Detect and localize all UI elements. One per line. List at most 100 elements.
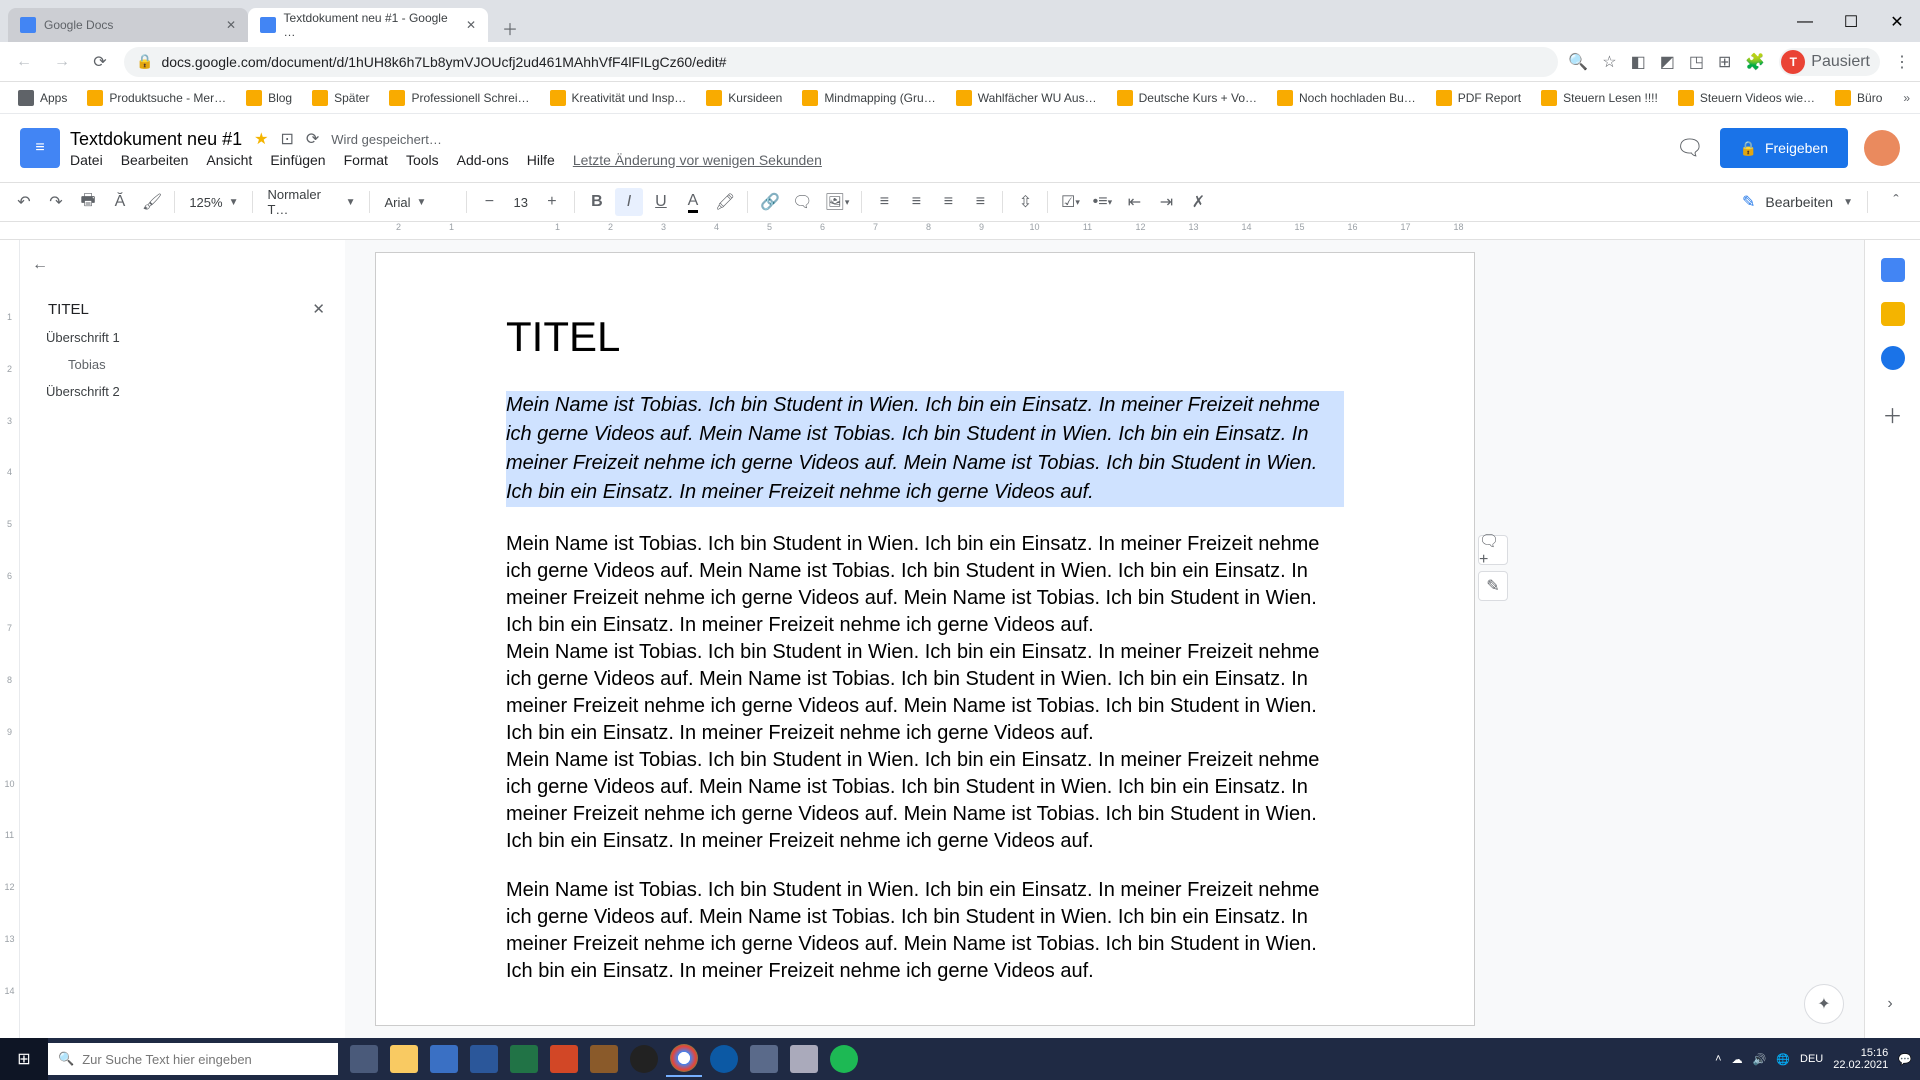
- bookmark-item[interactable]: Noch hochladen Bu…: [1269, 86, 1424, 110]
- insert-link-icon[interactable]: 🔗: [756, 188, 784, 216]
- menu-einfuegen[interactable]: Einfügen: [270, 152, 325, 168]
- file-explorer-icon[interactable]: [386, 1041, 422, 1077]
- tab-current-doc[interactable]: Textdokument neu #1 - Google … ✕: [248, 8, 488, 42]
- outline-item-tobias[interactable]: Tobias: [32, 351, 333, 378]
- extension-icon[interactable]: ⊞: [1718, 52, 1731, 72]
- align-left-icon[interactable]: ≡: [870, 188, 898, 216]
- menu-hilfe[interactable]: Hilfe: [527, 152, 555, 168]
- document-title[interactable]: Textdokument neu #1: [70, 129, 242, 150]
- puzzle-icon[interactable]: 🧩: [1745, 52, 1765, 72]
- redo-icon[interactable]: ↷: [42, 188, 70, 216]
- tray-chevron-icon[interactable]: ˄: [1715, 1053, 1721, 1065]
- bookmark-item[interactable]: Kreativität und Insp…: [542, 86, 695, 110]
- body-paragraph[interactable]: Mein Name ist Tobias. Ich bin Student in…: [506, 531, 1344, 639]
- forward-icon[interactable]: →: [48, 48, 76, 76]
- chevron-down-icon[interactable]: ▼: [1843, 197, 1853, 208]
- outline-item-title[interactable]: TITEL ✕: [32, 294, 333, 324]
- doc-title-heading[interactable]: TITEL: [506, 313, 1344, 361]
- language-indicator[interactable]: DEU: [1800, 1053, 1823, 1065]
- add-comment-icon[interactable]: 🗨+: [1478, 535, 1508, 565]
- clock[interactable]: 15:16 22.02.2021: [1833, 1047, 1888, 1071]
- network-icon[interactable]: 🌐: [1776, 1053, 1790, 1066]
- last-modified-text[interactable]: Letzte Änderung vor wenigen Sekunden: [573, 152, 822, 168]
- clear-formatting-icon[interactable]: ✗: [1184, 188, 1212, 216]
- menu-datei[interactable]: Datei: [70, 152, 103, 168]
- text-color-icon[interactable]: A: [679, 188, 707, 216]
- increase-font-icon[interactable]: +: [538, 188, 566, 216]
- body-paragraph[interactable]: Mein Name ist Tobias. Ich bin Student in…: [506, 747, 1344, 855]
- edge-icon[interactable]: [706, 1041, 742, 1077]
- share-button[interactable]: 🔒 Freigeben: [1720, 128, 1848, 168]
- back-icon[interactable]: ←: [10, 48, 38, 76]
- app-icon[interactable]: [786, 1041, 822, 1077]
- reload-icon[interactable]: ⟳: [86, 48, 114, 76]
- highlight-color-icon[interactable]: 🖍: [711, 188, 739, 216]
- menu-bearbeiten[interactable]: Bearbeiten: [121, 152, 189, 168]
- bookmark-item[interactable]: Steuern Lesen !!!!: [1533, 86, 1666, 110]
- paragraph-style-select[interactable]: Normaler T…▼: [261, 187, 361, 217]
- menu-addons[interactable]: Add-ons: [457, 152, 509, 168]
- undo-icon[interactable]: ↶: [10, 188, 38, 216]
- zoom-select[interactable]: 125%▼: [183, 195, 244, 210]
- volume-icon[interactable]: 🔊: [1753, 1053, 1767, 1066]
- menu-format[interactable]: Format: [344, 152, 388, 168]
- decrease-font-icon[interactable]: −: [475, 188, 503, 216]
- menu-tools[interactable]: Tools: [406, 152, 439, 168]
- vertical-ruler[interactable]: 1234567891011121314: [0, 240, 20, 1038]
- tasks-icon[interactable]: [1881, 346, 1905, 370]
- comments-history-icon[interactable]: 🗨: [1676, 135, 1704, 161]
- bookmark-item[interactable]: Wahlfächer WU Aus…: [948, 86, 1105, 110]
- align-center-icon[interactable]: ≡: [902, 188, 930, 216]
- app-icon[interactable]: [426, 1041, 462, 1077]
- docs-logo-icon[interactable]: ≡: [20, 128, 60, 168]
- font-select[interactable]: Arial▼: [378, 195, 458, 210]
- body-paragraph[interactable]: Mein Name ist Tobias. Ich bin Student in…: [506, 877, 1344, 985]
- obs-icon[interactable]: [626, 1041, 662, 1077]
- italic-icon[interactable]: I: [615, 188, 643, 216]
- selected-paragraph[interactable]: Mein Name ist Tobias. Ich bin Student in…: [506, 391, 1344, 507]
- excel-icon[interactable]: [506, 1041, 542, 1077]
- new-tab-button[interactable]: ＋: [496, 14, 524, 42]
- bookmark-item[interactable]: PDF Report: [1428, 86, 1529, 110]
- maximize-icon[interactable]: ☐: [1828, 2, 1874, 42]
- page-canvas[interactable]: TITEL Mein Name ist Tobias. Ich bin Stud…: [345, 240, 1864, 1038]
- bookmark-item[interactable]: Später: [304, 86, 377, 110]
- bookmark-item[interactable]: Büro: [1827, 86, 1890, 110]
- bookmark-item[interactable]: Produktsuche - Mer…: [79, 86, 234, 110]
- start-button[interactable]: ⊞: [0, 1038, 48, 1080]
- bookmark-item[interactable]: Steuern Videos wie…: [1670, 86, 1823, 110]
- bookmark-item[interactable]: Kursideen: [698, 86, 790, 110]
- align-right-icon[interactable]: ≡: [934, 188, 962, 216]
- move-icon[interactable]: ⊡: [280, 129, 293, 149]
- align-justify-icon[interactable]: ≡: [966, 188, 994, 216]
- bookmark-item[interactable]: Blog: [238, 86, 300, 110]
- profile-button[interactable]: T Pausiert: [1779, 48, 1880, 76]
- powerpoint-icon[interactable]: [546, 1041, 582, 1077]
- close-icon[interactable]: ✕: [312, 300, 325, 318]
- body-paragraph[interactable]: Mein Name ist Tobias. Ich bin Student in…: [506, 639, 1344, 747]
- star-icon[interactable]: ★: [254, 129, 268, 149]
- checklist-icon[interactable]: ☑▾: [1056, 188, 1084, 216]
- add-addon-icon[interactable]: ＋: [1883, 400, 1903, 429]
- extension-icon[interactable]: ◧: [1631, 52, 1646, 72]
- outline-item-heading1[interactable]: Überschrift 1: [32, 324, 333, 351]
- calendar-icon[interactable]: [1881, 258, 1905, 282]
- bold-icon[interactable]: B: [583, 188, 611, 216]
- spellcheck-icon[interactable]: Ă: [106, 188, 134, 216]
- keep-icon[interactable]: [1881, 302, 1905, 326]
- paint-format-icon[interactable]: 🖌: [138, 188, 166, 216]
- increase-indent-icon[interactable]: ⇥: [1152, 188, 1180, 216]
- add-comment-icon[interactable]: 🗨: [788, 188, 816, 216]
- bookmarks-overflow-icon[interactable]: »: [1903, 91, 1910, 105]
- app-icon[interactable]: [746, 1041, 782, 1077]
- windows-search-input[interactable]: 🔍 Zur Suche Text hier eingeben: [48, 1043, 338, 1075]
- collapse-toolbar-icon[interactable]: ˆ: [1882, 188, 1910, 216]
- editing-mode-select[interactable]: Bearbeiten: [1765, 194, 1833, 210]
- account-avatar-icon[interactable]: [1864, 130, 1900, 166]
- tab-google-docs[interactable]: Google Docs ✕: [8, 8, 248, 42]
- notifications-icon[interactable]: 💬: [1898, 1053, 1912, 1066]
- close-window-icon[interactable]: ✕: [1874, 2, 1920, 42]
- bookmark-item[interactable]: Professionell Schrei…: [381, 86, 537, 110]
- outline-item-heading2[interactable]: Überschrift 2: [32, 378, 333, 405]
- decrease-indent-icon[interactable]: ⇤: [1120, 188, 1148, 216]
